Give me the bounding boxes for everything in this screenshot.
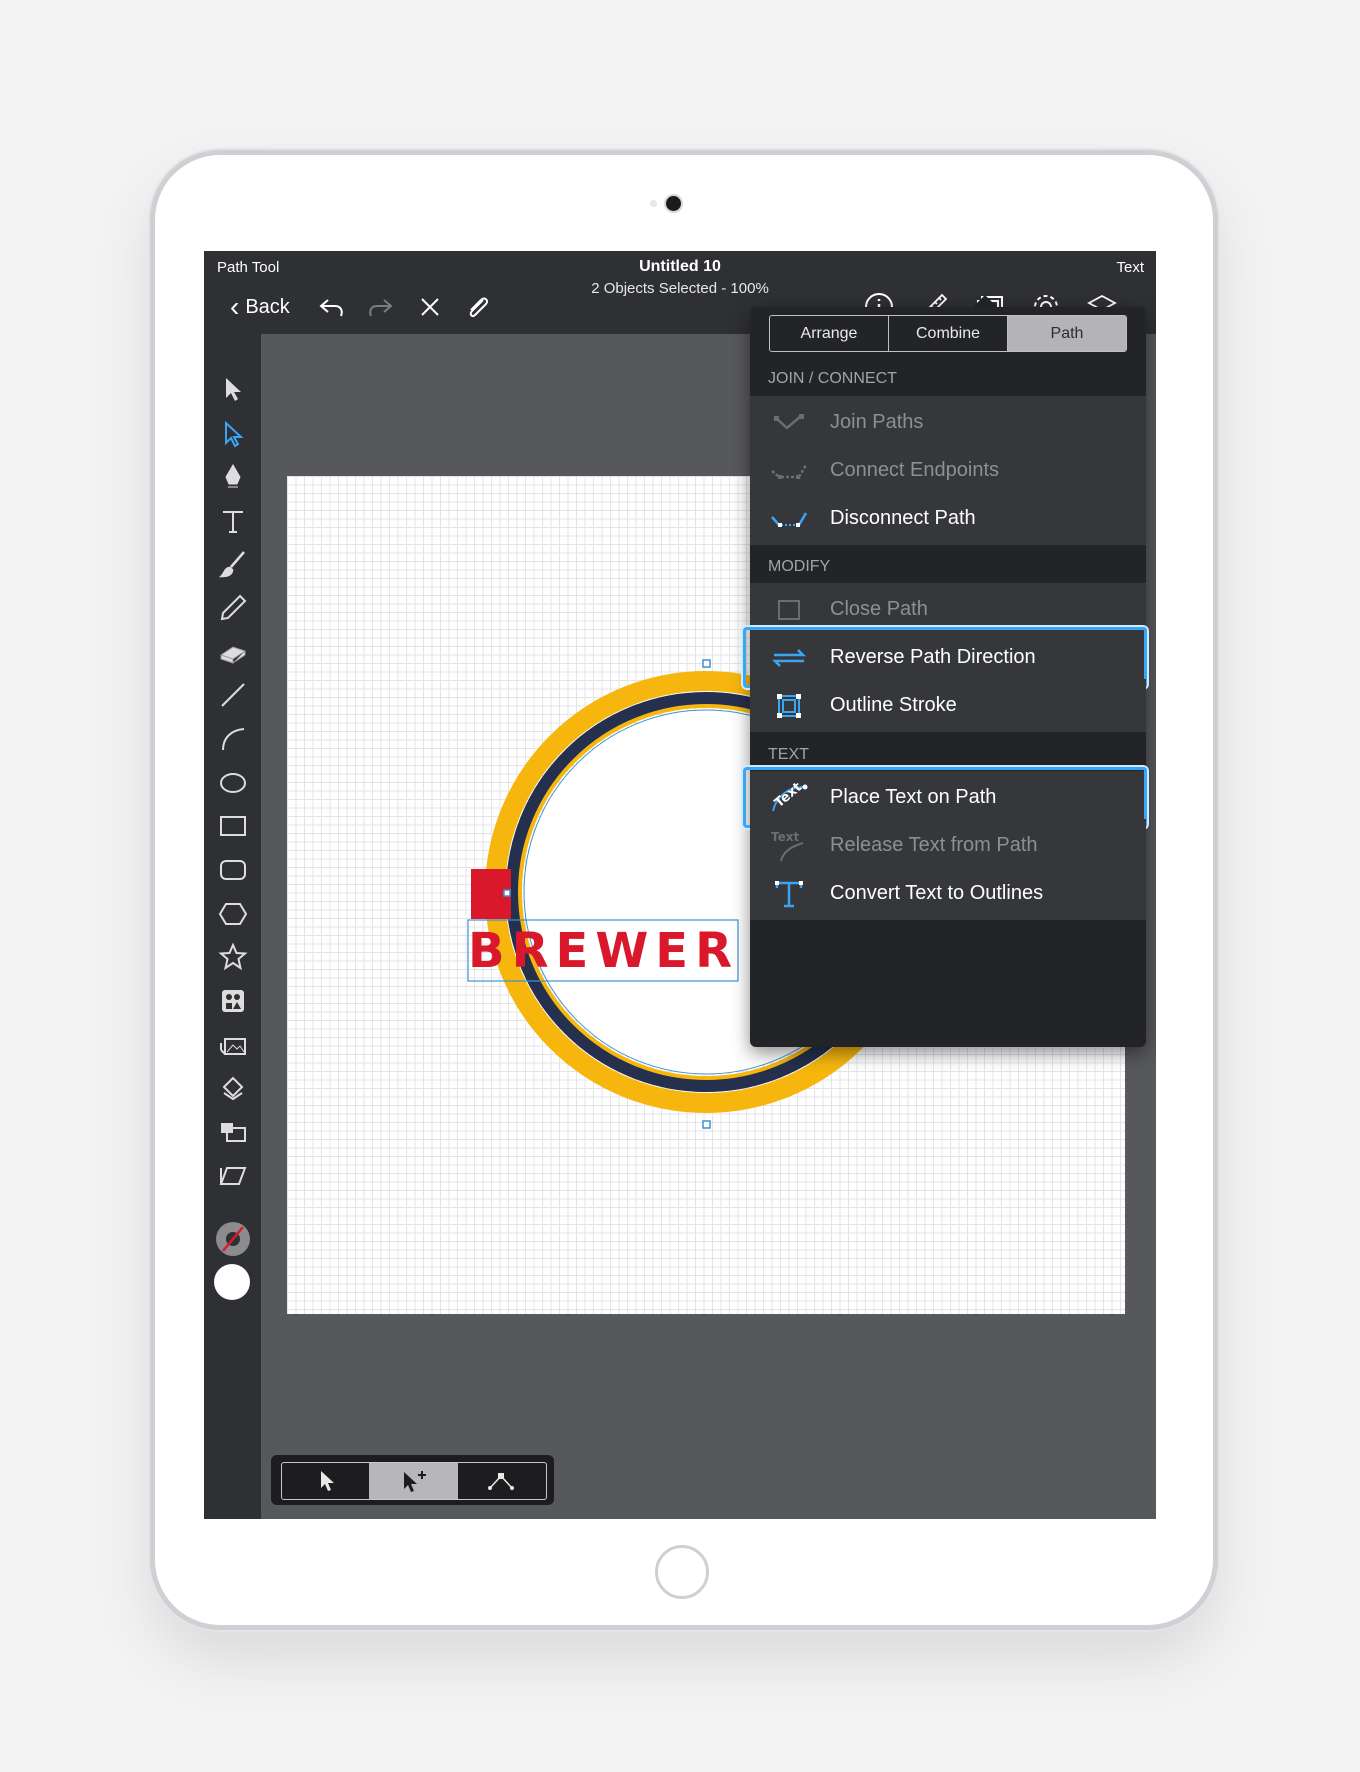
- stroke-color-swatch[interactable]: [214, 1220, 252, 1258]
- svg-text:Text: Text: [772, 781, 805, 811]
- reverse-direction-icon: [771, 648, 807, 667]
- badge-text[interactable]: BREWER: [468, 922, 768, 980]
- tool-bar: [204, 334, 261, 1519]
- section-modify: MODIFY: [768, 558, 831, 575]
- clipboard-button[interactable]: [462, 289, 494, 325]
- close-icon: [421, 298, 439, 316]
- document-title[interactable]: Untitled 10: [204, 258, 1156, 276]
- selection-mode-bar: [271, 1455, 554, 1505]
- path-operations-popover: Arrange Combine Path JOIN / CONNECT Join…: [743, 307, 1147, 1047]
- reverse-path-direction-label: Reverse Path Direction: [830, 646, 1036, 668]
- svg-text:Text: Text: [771, 830, 799, 844]
- paperclip-icon: [469, 297, 489, 318]
- arrange-objects-icon[interactable]: [218, 1117, 248, 1147]
- arc-icon[interactable]: [218, 724, 248, 754]
- pen-icon[interactable]: [218, 462, 248, 492]
- close-path-label: Close Path: [830, 598, 928, 620]
- line-icon[interactable]: [218, 680, 248, 710]
- images-icon[interactable]: [218, 1030, 248, 1060]
- rectangle-icon[interactable]: [218, 811, 248, 841]
- disconnect-path-icon: [771, 511, 808, 527]
- node-select-mode-button[interactable]: [456, 1463, 545, 1499]
- tab-combine[interactable]: Combine: [889, 316, 1008, 351]
- section-text: TEXT: [768, 746, 809, 763]
- ipad-camera: [666, 196, 681, 211]
- eraser-icon[interactable]: [218, 637, 248, 667]
- popover-tabs: Arrange Combine Path: [769, 315, 1127, 352]
- back-button[interactable]: ‹ Back: [230, 289, 290, 325]
- symbols-icon[interactable]: [218, 986, 248, 1016]
- section-join-connect: JOIN / CONNECT: [768, 370, 897, 387]
- add-select-mode-button[interactable]: [369, 1463, 458, 1499]
- join-paths-label: Join Paths: [830, 411, 924, 433]
- connect-endpoints-label: Connect Endpoints: [830, 459, 1000, 481]
- menu-item-convert-text-to-outlines[interactable]: Convert Text to Outlines: [750, 867, 1146, 920]
- undo-icon: [319, 299, 343, 317]
- fill-color-swatch[interactable]: [214, 1264, 250, 1300]
- ipad-sensor: [650, 200, 657, 207]
- back-label: Back: [245, 295, 290, 318]
- select-mode-button[interactable]: [282, 1463, 371, 1499]
- redo-icon: [369, 299, 393, 317]
- ellipse-icon[interactable]: [218, 768, 248, 798]
- chevron-left-icon: ‹: [230, 291, 240, 322]
- menu-item-outline-stroke[interactable]: Outline Stroke: [750, 679, 1146, 732]
- select-arrow-icon[interactable]: [218, 374, 248, 404]
- rounded-rectangle-icon[interactable]: [218, 855, 248, 885]
- arrow-plus-cursor-icon: [403, 1471, 426, 1492]
- pencil-icon[interactable]: [218, 593, 248, 623]
- outline-stroke-icon: [777, 693, 801, 718]
- brush-icon[interactable]: [218, 549, 248, 579]
- tab-arrange[interactable]: Arrange: [770, 316, 889, 351]
- release-text-from-path-label: Release Text from Path: [830, 834, 1038, 856]
- menu-item-join-paths[interactable]: Join Paths: [750, 396, 1146, 449]
- menu-item-disconnect-path[interactable]: Disconnect Path: [750, 492, 1146, 545]
- disconnect-path-label: Disconnect Path: [830, 507, 976, 529]
- place-text-on-path-label: Place Text on Path: [830, 786, 997, 808]
- transform-icon[interactable]: [218, 1073, 248, 1103]
- close-path-icon: [778, 599, 800, 620]
- menu-item-reverse-path-direction[interactable]: Reverse Path Direction: [743, 627, 1147, 688]
- menu-item-close-path[interactable]: Close Path: [750, 583, 1146, 636]
- connect-endpoints-icon: [771, 463, 808, 479]
- tab-path[interactable]: Path: [1008, 316, 1126, 351]
- home-button[interactable]: [655, 1545, 709, 1599]
- text-on-path-icon: Text: [772, 781, 808, 811]
- outline-stroke-label: Outline Stroke: [830, 694, 957, 716]
- delete-button[interactable]: [414, 289, 446, 325]
- convert-text-to-outlines-label: Convert Text to Outlines: [830, 882, 1044, 904]
- skew-icon[interactable]: [218, 1161, 248, 1191]
- menu-item-release-text-from-path[interactable]: Text Release Text from Path: [750, 819, 1146, 872]
- node-icon: [487, 1473, 514, 1490]
- text-tool-icon[interactable]: [218, 506, 248, 536]
- redo-button[interactable]: [364, 289, 396, 325]
- menu-item-connect-endpoints[interactable]: Connect Endpoints: [750, 444, 1146, 497]
- arrow-cursor-icon: [320, 1471, 334, 1491]
- menu-item-place-text-on-path[interactable]: Text Place Text on Path: [743, 767, 1147, 828]
- convert-outlines-icon: [775, 880, 803, 907]
- join-paths-icon: [774, 413, 804, 430]
- hexagon-icon[interactable]: [218, 899, 248, 929]
- release-text-icon: Text: [771, 830, 804, 861]
- app-screen: Path Tool Text Untitled 10 2 Objects Sel…: [204, 251, 1156, 1519]
- star-icon[interactable]: [218, 942, 248, 972]
- undo-button[interactable]: [316, 289, 348, 325]
- direct-select-icon[interactable]: [218, 419, 248, 449]
